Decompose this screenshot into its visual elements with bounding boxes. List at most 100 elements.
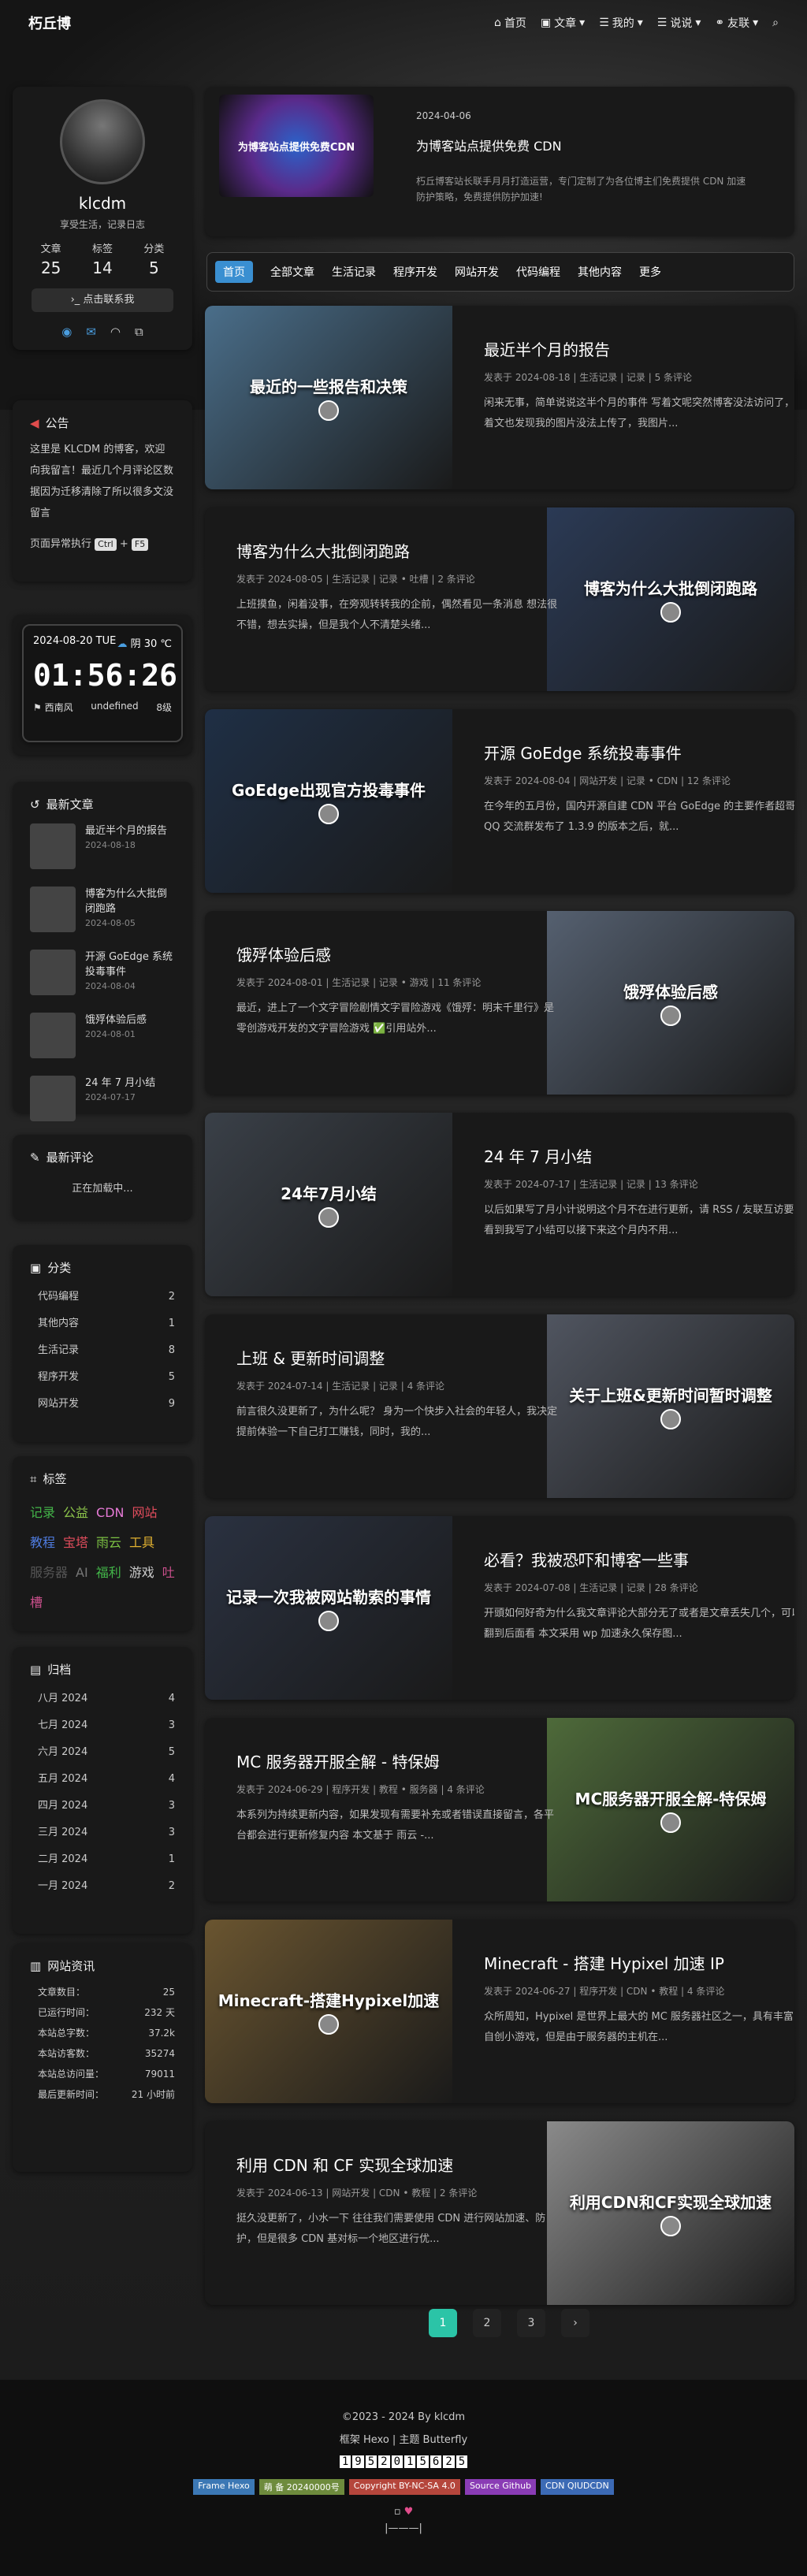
post-comments[interactable]: 5 条评论 [655, 372, 692, 383]
recent-title[interactable]: 24 年 7 月小结 [85, 1076, 155, 1091]
badge-copyright[interactable]: Copyright BY-NC-SA 4.0 [348, 2479, 460, 2495]
search-icon[interactable]: ⌕ [772, 17, 779, 29]
recent-item[interactable]: 24 年 7 月小结 2024-07-17 [13, 1072, 192, 1124]
nav-talks[interactable]: ☰ 说说 ▾ [657, 15, 701, 31]
post-title[interactable]: 必看？我被恐吓和博客一些事 [484, 1548, 794, 1571]
site-brand[interactable]: 朽丘博 [28, 13, 494, 33]
post-cover[interactable]: 饿殍体验后感 [547, 911, 794, 1095]
post-comments[interactable]: 2 条评论 [437, 574, 474, 585]
post-title[interactable]: 饿殍体验后感 [236, 942, 561, 965]
post-category[interactable]: 生活记录 [579, 1179, 617, 1190]
tab-3[interactable]: 程序开发 [393, 264, 437, 280]
stat-cats[interactable]: 分类 5 [143, 240, 164, 277]
post-title[interactable]: 上班 & 更新时间调整 [236, 1346, 561, 1369]
post-comments[interactable]: 4 条评论 [447, 1784, 484, 1795]
category-item[interactable]: 程序开发 5 [13, 1364, 192, 1391]
post-tags[interactable]: CDN • 教程 [627, 1986, 678, 1997]
post-tags[interactable]: 记录 [627, 1582, 645, 1593]
tab-1[interactable]: 全部文章 [270, 264, 314, 280]
siteinfo-item[interactable]: 文章数目： 25 [13, 1982, 192, 2002]
post-cover[interactable]: 利用CDN和CF实现全球加速 [547, 2121, 794, 2305]
post-card[interactable]: 最近的一些报告和决策 最近半个月的报告 发表于 2024-08-18 | 生活记录 … [205, 306, 794, 489]
category-item[interactable]: 其他内容 1 [13, 1310, 192, 1337]
contact-button[interactable]: ›_ 点击联系我 [32, 288, 173, 312]
recent-thumb[interactable] [30, 1013, 76, 1058]
post-card[interactable]: 饿殍体验后感 饿殍体验后感 发表于 2024-08-01 | 生活记录 | 记录 •… [205, 911, 794, 1095]
siteinfo-item[interactable]: 本站总字数： 37.2k [13, 2023, 192, 2043]
archive-item[interactable]: 一月 2024 2 [13, 1873, 192, 1900]
archive-item[interactable]: 三月 2024 3 [13, 1820, 192, 1846]
tag-item[interactable]: 网站 [132, 1505, 158, 1520]
post-category[interactable]: 网站开发 [332, 2188, 370, 2199]
stat-posts[interactable]: 文章 25 [41, 240, 61, 277]
category-item[interactable]: 代码编程 2 [13, 1284, 192, 1310]
page-button[interactable]: 3 [517, 2309, 545, 2337]
tag-item[interactable]: 工具 [129, 1535, 154, 1550]
post-comments[interactable]: 4 条评论 [407, 1381, 444, 1392]
tab-2[interactable]: 生活记录 [332, 264, 376, 280]
post-title[interactable]: MC 服务器开服全解 - 特保姆 [236, 1749, 561, 1772]
featured-title[interactable]: 为博客站点提供免费 CDN [416, 136, 562, 154]
github-icon[interactable]: ◉ [61, 325, 72, 339]
siteinfo-item[interactable]: 已运行时间： 232 天 [13, 2002, 192, 2023]
archive-item[interactable]: 七月 2024 3 [13, 1712, 192, 1739]
siteinfo-item[interactable]: 本站总访问量： 79011 [13, 2064, 192, 2084]
badge-frame[interactable]: Frame Hexo [193, 2479, 255, 2495]
category-item[interactable]: 网站开发 9 [13, 1391, 192, 1418]
page-button[interactable]: 1 [429, 2309, 457, 2337]
tag-item[interactable]: 服务器 [30, 1565, 68, 1580]
sitemap-icon[interactable]: ⧉ [135, 325, 143, 339]
post-category[interactable]: 网站开发 [579, 775, 617, 786]
tab-7[interactable]: 更多 [639, 264, 661, 280]
recent-thumb[interactable] [30, 1076, 76, 1121]
avatar[interactable] [60, 99, 145, 184]
post-comments[interactable]: 11 条评论 [437, 977, 481, 988]
post-tags[interactable]: 教程 • 服务器 [379, 1784, 438, 1795]
stat-tags[interactable]: 标签 14 [92, 240, 113, 277]
post-card[interactable]: Minecraft-搭建Hypixel加速 Minecraft - 搭建 Hypi… [205, 1920, 794, 2103]
post-tags[interactable]: 记录 [379, 1381, 398, 1392]
rss-icon[interactable]: ◠ [110, 325, 121, 339]
post-category[interactable]: 程序开发 [332, 1784, 370, 1795]
post-comments[interactable]: 12 条评论 [687, 775, 731, 786]
featured-image[interactable]: 为博客站点提供免费CDN [219, 95, 374, 197]
tag-item[interactable]: 福利 [96, 1565, 121, 1580]
siteinfo-item[interactable]: 最后更新时间： 21 小时前 [13, 2084, 192, 2105]
page-button[interactable]: › [561, 2309, 589, 2337]
nav-friends[interactable]: ⚭ 友联 ▾ [715, 15, 758, 31]
post-category[interactable]: 生活记录 [332, 977, 370, 988]
tab-0[interactable]: 首页 [215, 261, 253, 283]
post-tags[interactable]: 记录 [627, 372, 645, 383]
post-category[interactable]: 生活记录 [332, 1381, 370, 1392]
badge-icp[interactable]: 萌 备 20240000号 [258, 2479, 344, 2495]
tag-item[interactable]: AI [76, 1565, 88, 1580]
recent-thumb[interactable] [30, 823, 76, 869]
archive-item[interactable]: 二月 2024 1 [13, 1846, 192, 1873]
nav-home[interactable]: ⌂ 首页 [494, 15, 526, 31]
tag-item[interactable]: 记录 [30, 1505, 55, 1520]
post-tags[interactable]: 记录 • CDN [627, 775, 678, 786]
post-title[interactable]: 最近半个月的报告 [484, 337, 794, 360]
recent-title[interactable]: 最近半个月的报告 [85, 823, 167, 838]
badge-cdn[interactable]: CDN QIUDCDN [541, 2479, 614, 2495]
featured-post[interactable]: 为博客站点提供免费CDN 2024-04-06 为博客站点提供免费 CDN 朽丘… [205, 87, 794, 236]
post-tags[interactable]: 记录 [627, 1179, 645, 1190]
post-tags[interactable]: 记录 • 吐槽 [379, 574, 429, 585]
recent-title[interactable]: 开源 GoEdge 系统投毒事件 [85, 950, 175, 979]
post-title[interactable]: Minecraft - 搭建 Hypixel 加速 IP [484, 1951, 794, 1974]
post-title[interactable]: 利用 CDN 和 CF 实现全球加速 [236, 2153, 561, 2176]
post-cover[interactable]: MC服务器开服全解-特保姆 [547, 1718, 794, 1901]
tag-item[interactable]: 雨云 [96, 1535, 121, 1550]
post-comments[interactable]: 4 条评论 [687, 1986, 724, 1997]
tab-5[interactable]: 代码编程 [516, 264, 560, 280]
tag-item[interactable]: CDN [96, 1505, 124, 1520]
archive-item[interactable]: 四月 2024 3 [13, 1793, 192, 1820]
post-tags[interactable]: CDN • 教程 [379, 2188, 430, 2199]
post-title[interactable]: 博客为什么大批倒闭跑路 [236, 539, 561, 562]
post-card[interactable]: 关于上班&更新时间暂时调整 上班 & 更新时间调整 发表于 2024-07-14 |… [205, 1314, 794, 1498]
post-cover[interactable]: 记录一次我被网站勒索的事情 [205, 1516, 452, 1700]
tag-item[interactable]: 教程 [30, 1535, 55, 1550]
post-card[interactable]: 24年7月小结 24 年 7 月小结 发表于 2024-07-17 | 生活记录 |… [205, 1113, 794, 1296]
archive-item[interactable]: 六月 2024 5 [13, 1739, 192, 1766]
recent-item[interactable]: 开源 GoEdge 系统投毒事件 2024-08-04 [13, 946, 192, 998]
